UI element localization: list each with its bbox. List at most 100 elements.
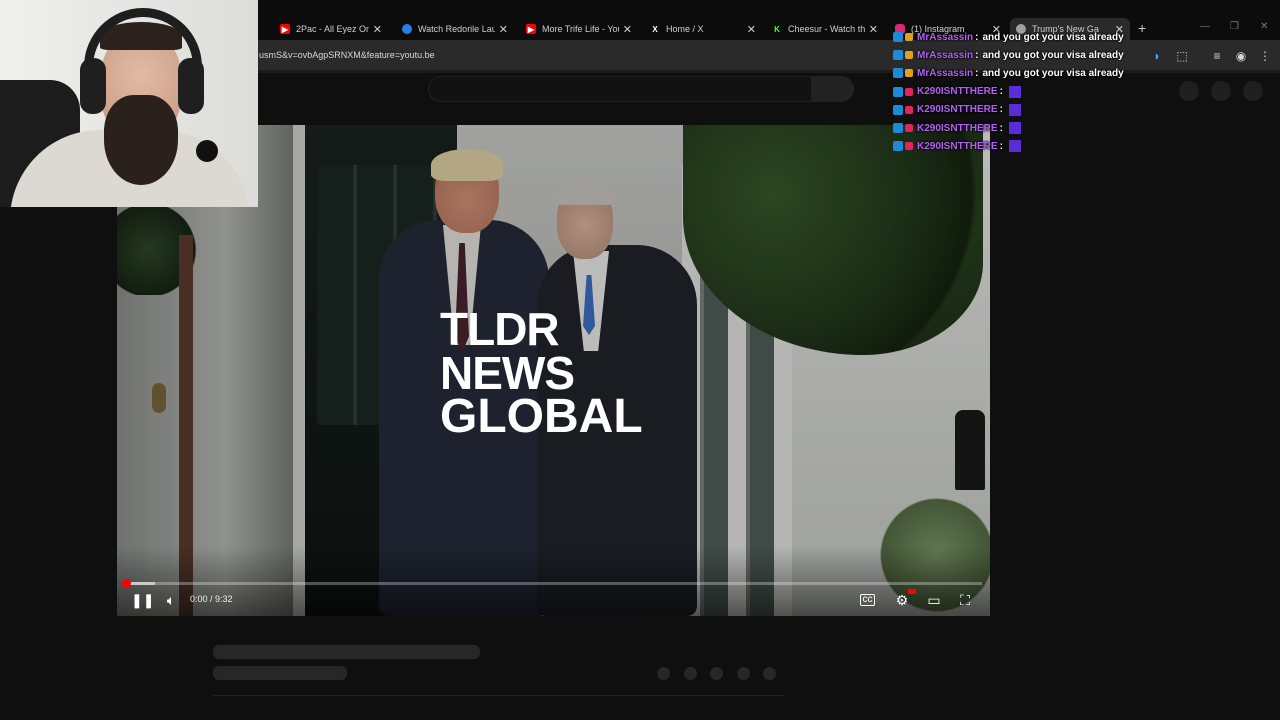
tab[interactable]: X Home / X ✕ bbox=[644, 18, 762, 40]
search-button[interactable] bbox=[812, 76, 854, 102]
volume-icon[interactable]: 🔈︎ bbox=[161, 591, 181, 609]
chat-separator: : bbox=[999, 86, 1003, 98]
logo-line: NEWS bbox=[440, 347, 575, 399]
tab[interactable]: ▶ More Trife Life - YouTube ✕ bbox=[520, 18, 638, 40]
emote-icon bbox=[1008, 140, 1021, 153]
chat-message: K290ISNTTHERE: bbox=[893, 137, 1124, 155]
gem-badge-icon bbox=[905, 142, 913, 151]
chat-username: K290ISNTTHERE bbox=[917, 104, 998, 116]
chat-message: MrAssassin: and you got your visa already bbox=[893, 46, 1124, 64]
chat-message: MrAssassin: and you got your visa already bbox=[893, 28, 1124, 46]
stream-chat-overlay: MrAssassin: and you got your visa already… bbox=[893, 28, 1124, 155]
create-button[interactable] bbox=[1179, 81, 1199, 101]
chat-username: K290ISNTTHERE bbox=[917, 86, 998, 98]
chat-separator: : bbox=[999, 104, 1003, 116]
tab[interactable]: Watch Redorile Laugh ✕ bbox=[396, 18, 514, 40]
theater-mode-icon[interactable]: ▭ bbox=[924, 591, 944, 609]
close-icon[interactable]: ✕ bbox=[373, 23, 382, 36]
chat-text: and you got your visa already bbox=[982, 31, 1124, 43]
new-tab-button[interactable]: + bbox=[1138, 20, 1146, 36]
captions-icon[interactable]: cc bbox=[860, 594, 875, 606]
close-icon[interactable]: ✕ bbox=[499, 23, 508, 36]
tab-title: 2Pac - All Eyez On Me bbox=[296, 24, 369, 34]
time-display: 0:00 / 9:32 bbox=[190, 594, 233, 604]
progress-bar[interactable] bbox=[125, 582, 982, 585]
tab-title: Home / X bbox=[666, 24, 704, 34]
chat-username: MrAssassin bbox=[917, 31, 974, 43]
platform-badge-icon bbox=[893, 104, 903, 115]
webcam-overlay bbox=[0, 0, 258, 207]
action-placeholder bbox=[710, 667, 723, 680]
chat-text: and you got your visa already bbox=[982, 49, 1124, 61]
tab[interactable]: ▶ 2Pac - All Eyez On Me ✕ bbox=[274, 18, 388, 40]
gem-badge-icon bbox=[905, 87, 913, 96]
chat-username: K290ISNTTHERE bbox=[917, 140, 998, 152]
chat-username: MrAssassin bbox=[917, 67, 974, 79]
chat-separator: : bbox=[999, 122, 1003, 134]
chat-message: K290ISNTTHERE: bbox=[893, 83, 1124, 101]
minimize-icon[interactable]: — bbox=[1200, 21, 1210, 32]
restore-icon[interactable]: ❐ bbox=[1230, 21, 1239, 32]
fullscreen-icon[interactable]: ⛶ bbox=[955, 591, 975, 609]
profile-icon[interactable]: ◉ bbox=[1234, 49, 1248, 63]
emote-icon bbox=[1008, 122, 1021, 135]
media-control-icon[interactable]: ≡ bbox=[1210, 49, 1224, 63]
pause-icon[interactable]: ❚❚ bbox=[131, 591, 154, 609]
tab-title: More Trife Life - YouTube bbox=[542, 24, 619, 34]
platform-badge-icon bbox=[893, 86, 903, 97]
window-close-icon[interactable]: ✕ bbox=[1260, 21, 1268, 32]
action-placeholder bbox=[657, 667, 670, 680]
tab-title: Cheesur - Watch the bbox=[788, 24, 865, 34]
title-placeholder bbox=[213, 645, 480, 659]
chat-message: MrAssassin: and you got your visa already bbox=[893, 64, 1124, 82]
close-icon[interactable]: ✕ bbox=[869, 23, 878, 36]
logo-line: TLDR bbox=[440, 303, 560, 355]
chat-username: K290ISNTTHERE bbox=[917, 122, 998, 134]
platform-badge-icon bbox=[893, 123, 903, 134]
chat-separator: : bbox=[999, 140, 1003, 152]
divider bbox=[213, 695, 783, 696]
close-icon[interactable]: ✕ bbox=[747, 23, 756, 36]
emote-icon bbox=[1008, 103, 1021, 116]
action-placeholder bbox=[684, 667, 697, 680]
url-text[interactable]: usmS&v=ovbAgpSRNXM&feature=youtu.be bbox=[259, 50, 435, 60]
chat-username: MrAssassin bbox=[917, 49, 974, 61]
platform-badge-icon bbox=[893, 141, 903, 152]
kick-icon: K bbox=[774, 24, 780, 34]
menu-icon[interactable]: ⋮ bbox=[1258, 49, 1272, 63]
chat-separator: : bbox=[975, 31, 979, 43]
close-icon[interactable]: ✕ bbox=[623, 23, 632, 36]
chat-message: K290ISNTTHERE: bbox=[893, 101, 1124, 119]
avatar[interactable] bbox=[1243, 81, 1263, 101]
channel-logo-overlay: TLDR NEWS GLOBAL bbox=[440, 303, 643, 443]
chat-separator: : bbox=[975, 67, 979, 79]
action-placeholder bbox=[763, 667, 776, 680]
channel-placeholder bbox=[213, 666, 347, 680]
crown-badge-icon bbox=[905, 51, 913, 60]
gem-badge-icon bbox=[905, 124, 913, 133]
extensions-icon[interactable]: ⬚ bbox=[1175, 49, 1189, 63]
crown-badge-icon bbox=[905, 33, 913, 42]
chat-separator: : bbox=[975, 49, 979, 61]
search-input[interactable] bbox=[428, 76, 812, 102]
globe-icon bbox=[402, 24, 412, 34]
emote-icon bbox=[1008, 85, 1021, 98]
platform-badge-icon bbox=[893, 32, 903, 43]
x-icon: X bbox=[652, 24, 658, 34]
notifications-button[interactable] bbox=[1211, 81, 1231, 101]
read-aloud-icon[interactable]: ◗ bbox=[1150, 49, 1164, 63]
action-placeholder bbox=[737, 667, 750, 680]
platform-badge-icon bbox=[893, 68, 903, 79]
platform-badge-icon bbox=[893, 50, 903, 61]
hd-badge bbox=[908, 589, 916, 594]
scrubber-handle[interactable] bbox=[122, 579, 131, 588]
tab[interactable]: K Cheesur - Watch the ✕ bbox=[766, 18, 884, 40]
logo-line: GLOBAL bbox=[440, 390, 643, 443]
chat-message: K290ISNTTHERE: bbox=[893, 119, 1124, 137]
youtube-icon: ▶ bbox=[280, 24, 290, 34]
youtube-icon: ▶ bbox=[526, 24, 536, 34]
crown-badge-icon bbox=[905, 69, 913, 78]
tab-title: Watch Redorile Laugh bbox=[418, 24, 495, 34]
gem-badge-icon bbox=[905, 105, 913, 114]
chat-text: and you got your visa already bbox=[982, 67, 1124, 79]
